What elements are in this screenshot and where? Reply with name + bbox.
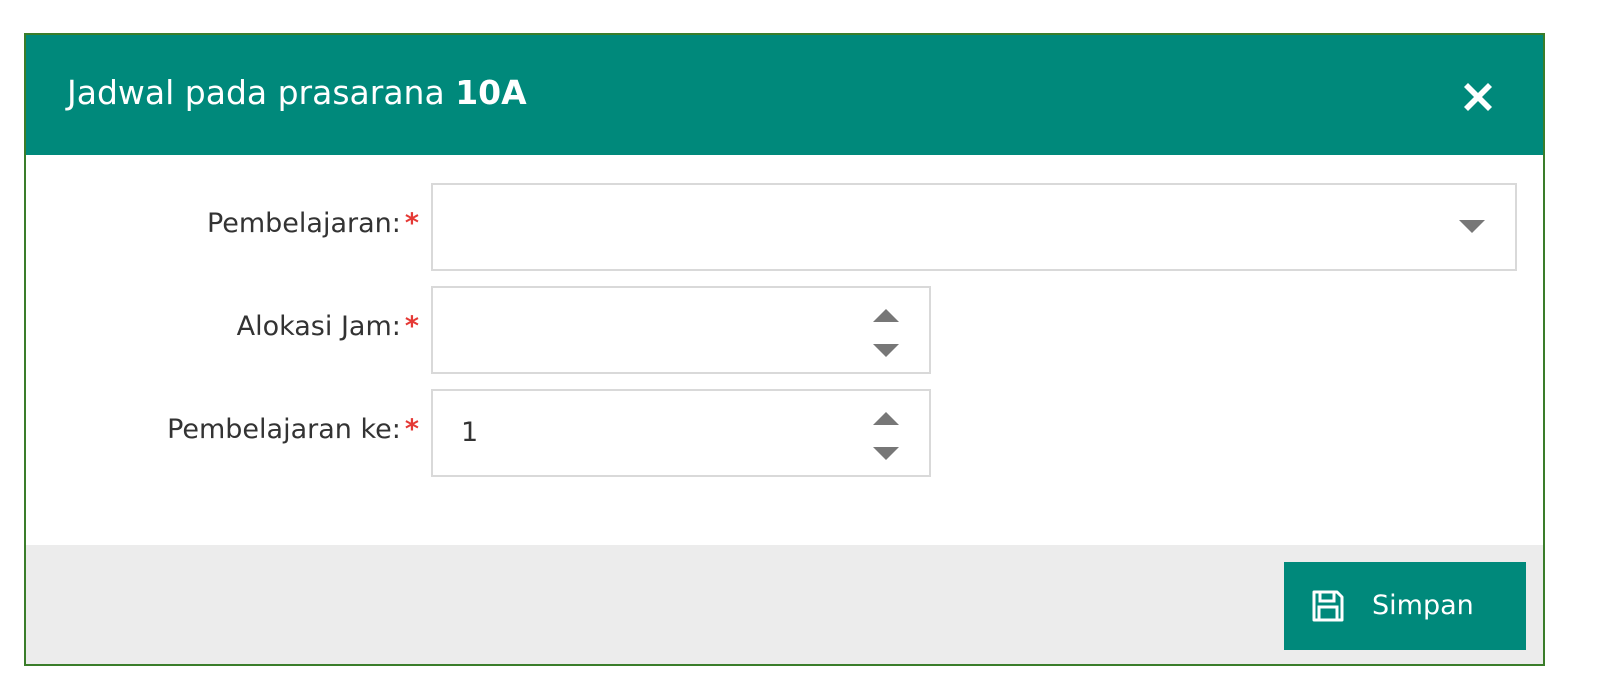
caret-down-icon[interactable] [1459, 220, 1485, 233]
dialog-title-room: 10A [455, 73, 527, 112]
pembelajaran-ke-label-text: Pembelajaran ke: [167, 414, 401, 445]
alokasi-jam-label-text: Alokasi Jam: [236, 311, 401, 342]
dialog-header: Jadwal pada prasarana 10A [26, 35, 1543, 155]
alokasi-jam-input[interactable] [431, 286, 931, 374]
save-button-label: Simpan [1372, 590, 1474, 621]
schedule-dialog: Jadwal pada prasarana 10A Pembelajaran: *… [24, 33, 1545, 666]
close-icon [1464, 83, 1492, 111]
pembelajaran-ke-value: 1 [461, 417, 479, 448]
pembelajaran-ke-input[interactable]: 1 [431, 389, 931, 477]
required-mark: * [404, 311, 419, 342]
floppy-disk-icon [1312, 590, 1344, 622]
alokasi-jam-label: Alokasi Jam: * [99, 311, 419, 342]
dialog-title-prefix: Jadwal pada prasarana [67, 73, 445, 112]
spin-down-icon[interactable] [873, 447, 899, 460]
pembelajaran-label-text: Pembelajaran: [206, 208, 401, 239]
required-mark: * [404, 414, 419, 445]
save-button[interactable]: Simpan [1284, 562, 1526, 650]
dialog-footer: Simpan [26, 545, 1543, 664]
close-button[interactable] [1456, 75, 1500, 119]
dialog-body: Pembelajaran: * Alokasi Jam: * Pembelajara… [26, 155, 1543, 545]
spin-up-icon[interactable] [873, 412, 899, 425]
pembelajaran-select[interactable] [431, 183, 1517, 271]
spin-up-icon[interactable] [873, 309, 899, 322]
pembelajaran-label: Pembelajaran: * [99, 208, 419, 239]
pembelajaran-ke-label: Pembelajaran ke: * [99, 414, 419, 445]
spin-down-icon[interactable] [873, 344, 899, 357]
required-mark: * [404, 208, 419, 239]
dialog-title: Jadwal pada prasarana 10A [67, 71, 527, 115]
